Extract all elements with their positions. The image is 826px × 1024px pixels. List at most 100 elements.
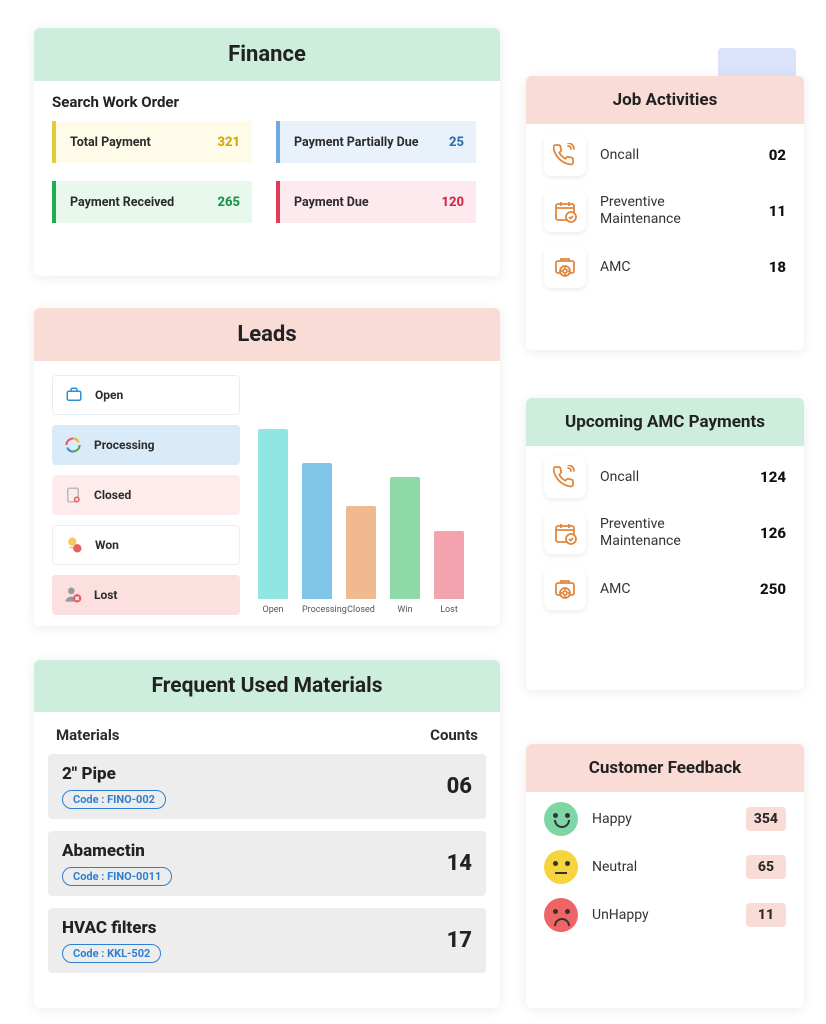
material-code: Code : KKL-502 bbox=[62, 944, 161, 963]
material-name: Abamectin bbox=[62, 841, 172, 861]
lead-status-label: Won bbox=[95, 538, 119, 552]
tile-payment-due[interactable]: Payment Due 120 bbox=[276, 181, 476, 223]
chart-bar bbox=[258, 429, 288, 599]
material-row[interactable]: HVAC filters Code : KKL-502 17 bbox=[48, 908, 486, 973]
material-row[interactable]: 2" Pipe Code : FINO-002 06 bbox=[48, 754, 486, 819]
chart-category-label: Open bbox=[258, 605, 288, 615]
activity-icon bbox=[544, 456, 586, 498]
activity-icon bbox=[544, 190, 586, 232]
feedback-row[interactable]: UnHappy11 bbox=[544, 898, 786, 932]
materials-title: Frequent Used Materials bbox=[34, 660, 500, 712]
material-count: 06 bbox=[447, 774, 472, 799]
feedback-row[interactable]: Neutral 65 bbox=[544, 850, 786, 884]
leads-card: Leads Open Processing Closed bbox=[34, 308, 500, 626]
activity-value: 126 bbox=[754, 524, 786, 542]
tile-payment-received[interactable]: Payment Received 265 bbox=[52, 181, 252, 223]
feedback-value: 65 bbox=[746, 855, 786, 879]
lead-status-won[interactable]: Won bbox=[52, 525, 240, 565]
tile-value: 265 bbox=[218, 195, 241, 210]
activity-label: Oncall bbox=[600, 147, 740, 164]
feedback-title: Customer Feedback bbox=[526, 744, 804, 792]
trophy-icon bbox=[63, 534, 85, 556]
amc-payments-title: Upcoming AMC Payments bbox=[526, 398, 804, 446]
chart-category-label: Closed bbox=[346, 605, 376, 615]
feedback-value: 11 bbox=[746, 903, 786, 927]
tile-label: Total Payment bbox=[70, 135, 151, 150]
lead-status-closed[interactable]: Closed bbox=[52, 475, 240, 515]
feedback-card: Customer Feedback Happy 354 Neutral 65 UnHap… bbox=[526, 744, 804, 1008]
tile-value: 25 bbox=[449, 135, 464, 150]
clipboard-x-icon bbox=[62, 484, 84, 506]
lead-status-label: Processing bbox=[94, 438, 155, 452]
activity-label: Oncall bbox=[600, 469, 740, 486]
job-activities-title: Job Activities bbox=[526, 76, 804, 124]
activity-icon bbox=[544, 246, 586, 288]
face-icon bbox=[544, 850, 578, 884]
material-count: 14 bbox=[447, 851, 472, 876]
feedback-value: 354 bbox=[746, 807, 786, 831]
activity-value: 02 bbox=[754, 146, 786, 164]
finance-subtitle: Search Work Order bbox=[34, 81, 500, 115]
chart-bar bbox=[390, 477, 420, 599]
material-code: Code : FINO-0011 bbox=[62, 867, 172, 886]
tile-payment-partially-due[interactable]: Payment Partially Due 25 bbox=[276, 121, 476, 163]
amc-payments-card: Upcoming AMC Payments Oncall 124 Preventiv… bbox=[526, 398, 804, 690]
activity-label: AMC bbox=[600, 259, 740, 276]
chart-bar bbox=[302, 463, 332, 599]
lead-status-label: Lost bbox=[94, 588, 118, 602]
activity-value: 124 bbox=[754, 468, 786, 486]
activity-label: Preventive Maintenance bbox=[600, 516, 740, 550]
user-x-icon bbox=[62, 584, 84, 606]
refresh-icon bbox=[62, 434, 84, 456]
tile-total-payment[interactable]: Total Payment 321 bbox=[52, 121, 252, 163]
material-name: HVAC filters bbox=[62, 918, 161, 938]
material-count: 17 bbox=[447, 928, 472, 953]
feedback-label: Happy bbox=[592, 811, 732, 828]
activity-label: AMC bbox=[600, 581, 740, 598]
col-counts: Counts bbox=[430, 726, 478, 744]
materials-card: Frequent Used Materials Materials Counts… bbox=[34, 660, 500, 1008]
job-activities-card: Job Activities Oncall 02 Preventive Mainte… bbox=[526, 76, 804, 350]
material-row[interactable]: Abamectin Code : FINO-0011 14 bbox=[48, 831, 486, 896]
activity-row[interactable]: Oncall 02 bbox=[544, 134, 786, 176]
chart-category-label: Win bbox=[390, 605, 420, 615]
tile-label: Payment Due bbox=[294, 195, 369, 210]
leads-chart: Open Processing Closed Win Lost bbox=[258, 375, 482, 615]
finance-card: Finance Search Work Order Total Payment … bbox=[34, 28, 500, 276]
material-code: Code : FINO-002 bbox=[62, 790, 166, 809]
col-materials: Materials bbox=[56, 726, 120, 744]
feedback-row[interactable]: Happy 354 bbox=[544, 802, 786, 836]
chart-bar bbox=[434, 531, 464, 599]
tile-label: Payment Received bbox=[70, 195, 174, 210]
tile-value: 120 bbox=[442, 195, 465, 210]
activity-value: 250 bbox=[754, 580, 786, 598]
material-name: 2" Pipe bbox=[62, 764, 166, 784]
feedback-label: Neutral bbox=[592, 859, 732, 876]
finance-tiles: Total Payment 321 Payment Partially Due … bbox=[34, 115, 500, 241]
lead-status-label: Closed bbox=[94, 488, 131, 502]
lead-status-open[interactable]: Open bbox=[52, 375, 240, 415]
briefcase-icon bbox=[63, 384, 85, 406]
activity-row[interactable]: AMC 250 bbox=[544, 568, 786, 610]
face-icon bbox=[544, 898, 578, 932]
finance-title: Finance bbox=[34, 28, 500, 81]
materials-columns: Materials Counts bbox=[34, 712, 500, 754]
chart-category-label: Lost bbox=[434, 605, 464, 615]
activity-row[interactable]: Oncall 124 bbox=[544, 456, 786, 498]
activity-icon bbox=[544, 568, 586, 610]
activity-value: 11 bbox=[754, 202, 786, 220]
leads-status-list: Open Processing Closed Won bbox=[52, 375, 240, 615]
face-icon bbox=[544, 802, 578, 836]
activity-icon bbox=[544, 512, 586, 554]
lead-status-lost[interactable]: Lost bbox=[52, 575, 240, 615]
chart-bar bbox=[346, 506, 376, 600]
activity-value: 18 bbox=[754, 258, 786, 276]
lead-status-label: Open bbox=[95, 388, 123, 402]
activity-row[interactable]: Preventive Maintenance 126 bbox=[544, 512, 786, 554]
activity-row[interactable]: AMC 18 bbox=[544, 246, 786, 288]
activity-label: Preventive Maintenance bbox=[600, 194, 740, 228]
activity-row[interactable]: Preventive Maintenance 11 bbox=[544, 190, 786, 232]
tile-value: 321 bbox=[218, 135, 241, 150]
lead-status-processing[interactable]: Processing bbox=[52, 425, 240, 465]
chart-category-label: Processing bbox=[302, 605, 332, 615]
